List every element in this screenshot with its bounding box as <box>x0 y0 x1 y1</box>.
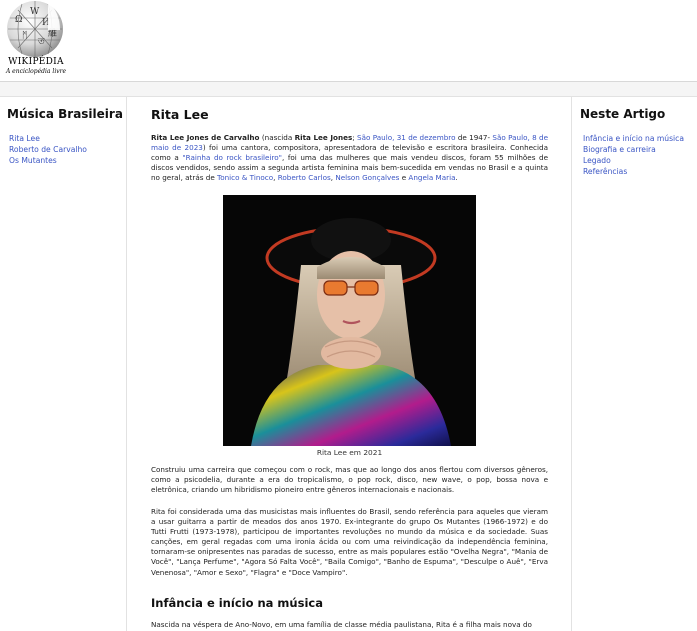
full-name: Rita Lee Jones de Carvalho <box>151 133 260 142</box>
svg-text:ᛗ: ᛗ <box>22 30 27 41</box>
logo-tagline: A enciclopédia livre <box>5 68 67 75</box>
image-caption: Rita Lee em 2021 <box>316 448 383 457</box>
toc-item-legado[interactable]: Legado <box>583 155 684 166</box>
childhood-paragraph: Nascida na véspera de Ano-Novo, em uma f… <box>151 620 532 629</box>
toc-item-biografia[interactable]: Biografia e carreira <box>583 144 684 155</box>
nickname-link[interactable]: "Rainha do rock brasileiro" <box>182 153 282 162</box>
left-sidebar: Música Brasileira Rita Lee Roberto de Ca… <box>0 97 127 631</box>
portrait-image <box>223 195 476 446</box>
sidebar-item-rita-lee[interactable]: Rita Lee <box>9 133 87 144</box>
globe-icon: ΩWИ ᛗত維 <box>7 1 63 57</box>
birth-name: Rita Lee Jones <box>294 133 353 142</box>
artist-link-tonico-tinoco[interactable]: Tonico & Tinoco <box>217 173 273 182</box>
birth-place-link[interactable]: São Paulo, 31 de dezembro <box>357 133 455 142</box>
intro-text: de 1947- <box>455 133 493 142</box>
svg-text:Ω: Ω <box>15 15 22 25</box>
influence-paragraph: Rita foi considerada uma das musicistas … <box>151 507 548 577</box>
toc-list: Infância e início na música Biografia e … <box>583 133 684 177</box>
logo-wordmark: WIKIPÉDIA <box>8 57 64 67</box>
left-sidebar-list: Rita Lee Roberto de Carvalho Os Mutantes <box>9 133 87 166</box>
right-sidebar-toc: Neste Artigo Infância e início na música… <box>571 97 697 631</box>
career-paragraph: Construiu uma carreira que começou com o… <box>151 465 548 495</box>
site-header: ΩWИ ᛗত維 WIKIPÉDIA A enciclopédia livre <box>0 0 697 81</box>
artist-link-nelson-goncalves[interactable]: Nelson Gonçalves <box>335 173 399 182</box>
intro-text: (nascida <box>259 133 295 142</box>
artist-link-roberto-carlos[interactable]: Roberto Carlos <box>278 173 331 182</box>
toc-item-referencias[interactable]: Referências <box>583 166 684 177</box>
article-content: Rita Lee Rita Lee Jones de Carvalho (nas… <box>128 97 570 631</box>
left-sidebar-title: Música Brasileira <box>7 107 123 121</box>
artist-link-angela-maria[interactable]: Angela Maria <box>408 173 455 182</box>
portrait-photo[interactable] <box>223 195 476 446</box>
page-title: Rita Lee <box>151 107 209 122</box>
sidebar-item-roberto-de-carvalho[interactable]: Roberto de Carvalho <box>9 144 87 155</box>
toc-item-infancia[interactable]: Infância e início na música <box>583 133 684 144</box>
svg-text:W: W <box>30 7 40 17</box>
sidebar-item-os-mutantes[interactable]: Os Mutantes <box>9 155 87 166</box>
intro-paragraph: Rita Lee Jones de Carvalho (nascida Rita… <box>151 133 548 183</box>
svg-text:ত: ত <box>37 37 45 47</box>
section-heading-infancia: Infância e início na música <box>151 596 323 610</box>
wikipedia-logo[interactable]: ΩWИ ᛗত維 WIKIPÉDIA A enciclopédia livre <box>2 0 66 78</box>
header-divider <box>0 81 697 97</box>
intro-text: . <box>455 173 458 183</box>
toc-title: Neste Artigo <box>580 107 666 121</box>
